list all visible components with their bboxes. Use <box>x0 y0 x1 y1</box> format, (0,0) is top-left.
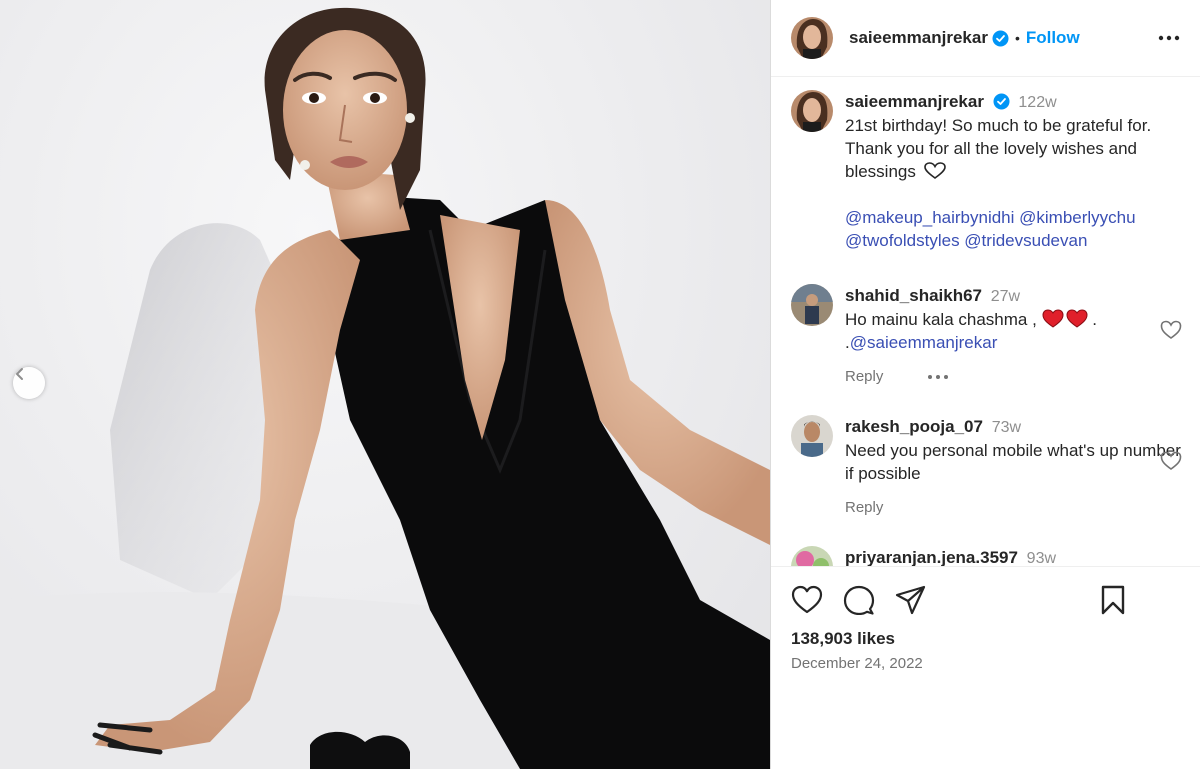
comment-text-end: . <box>1092 310 1098 329</box>
post-panel: saieemmanjrekar • Follow saieemmanjrekar… <box>770 0 1200 769</box>
caption-avatar[interactable] <box>791 90 833 132</box>
likes-count[interactable]: 138,903 likes <box>791 629 895 649</box>
comment-username[interactable]: priyaranjan.jena.3597 <box>845 548 1018 566</box>
post-actions-section: 138,903 likes December 24, 2022 <box>771 566 1200 769</box>
comments-list[interactable]: saieemmanjrekar 122w 21st birthday! So m… <box>771 78 1200 566</box>
follow-button[interactable]: Follow <box>1026 28 1080 48</box>
comment-text: Ho mainu kala chashma , <box>845 310 1037 329</box>
comment-item: shahid_shaikh67 27w Ho mainu kala chashm… <box>791 284 1182 388</box>
more-options-icon[interactable] <box>1158 35 1180 41</box>
author-username[interactable]: saieemmanjrekar <box>849 28 988 48</box>
verified-badge-icon <box>992 30 1009 47</box>
like-heart-icon[interactable] <box>791 585 823 620</box>
author-avatar[interactable] <box>791 17 833 59</box>
post-header: saieemmanjrekar • Follow <box>771 0 1200 77</box>
commenter-avatar[interactable] <box>791 546 833 566</box>
comment-time: 73w <box>991 419 1022 436</box>
commenter-avatar[interactable] <box>791 284 833 326</box>
comment-username[interactable]: rakesh_pooja_07 <box>845 417 983 436</box>
post-date: December 24, 2022 <box>791 655 923 672</box>
comment-bubble-icon[interactable] <box>843 585 875 620</box>
comment-item: rakesh_pooja_07 73w Need you personal mo… <box>791 415 1182 519</box>
reply-button[interactable]: Reply <box>845 496 883 519</box>
save-bookmark-icon[interactable] <box>1099 585 1127 620</box>
like-comment-heart-icon[interactable] <box>1160 320 1182 345</box>
caption: saieemmanjrekar 122w 21st birthday! So m… <box>791 90 1182 252</box>
heart-outline-emoji-icon <box>921 162 946 181</box>
caption-mentions-line-1[interactable]: @makeup_hairbynidhi @kimberlyychu <box>845 206 1182 229</box>
comment-mention[interactable]: @saieemmanjrekar <box>850 333 998 352</box>
comment-options-icon[interactable] <box>927 374 949 380</box>
caption-username[interactable]: saieemmanjrekar <box>845 92 984 111</box>
caption-time: 122w <box>1018 94 1057 111</box>
caption-mentions-line-2[interactable]: @twofoldstyles @tridevsudevan <box>845 229 1182 252</box>
reply-button[interactable]: Reply <box>845 365 883 388</box>
comment-item: priyaranjan.jena.3597 93w <box>791 546 1182 566</box>
previous-photo-button[interactable] <box>13 367 45 399</box>
header-separator: • <box>1014 30 1020 46</box>
commenter-avatar[interactable] <box>791 415 833 457</box>
verified-badge-icon <box>993 93 1010 110</box>
action-bar <box>791 585 1180 617</box>
share-send-icon[interactable] <box>895 585 927 620</box>
comment-time: 27w <box>990 288 1021 305</box>
comment-time: 93w <box>1026 550 1057 566</box>
like-comment-heart-icon[interactable] <box>1160 451 1182 476</box>
comment-text: Need you personal mobile what's up numbe… <box>845 441 1181 483</box>
red-heart-emoji-icon <box>1042 309 1093 329</box>
caption-text: 21st birthday! So much to be grateful fo… <box>845 116 1152 181</box>
comment-username[interactable]: shahid_shaikh67 <box>845 286 982 305</box>
post-media[interactable] <box>0 0 770 769</box>
post-photo <box>0 7 770 769</box>
